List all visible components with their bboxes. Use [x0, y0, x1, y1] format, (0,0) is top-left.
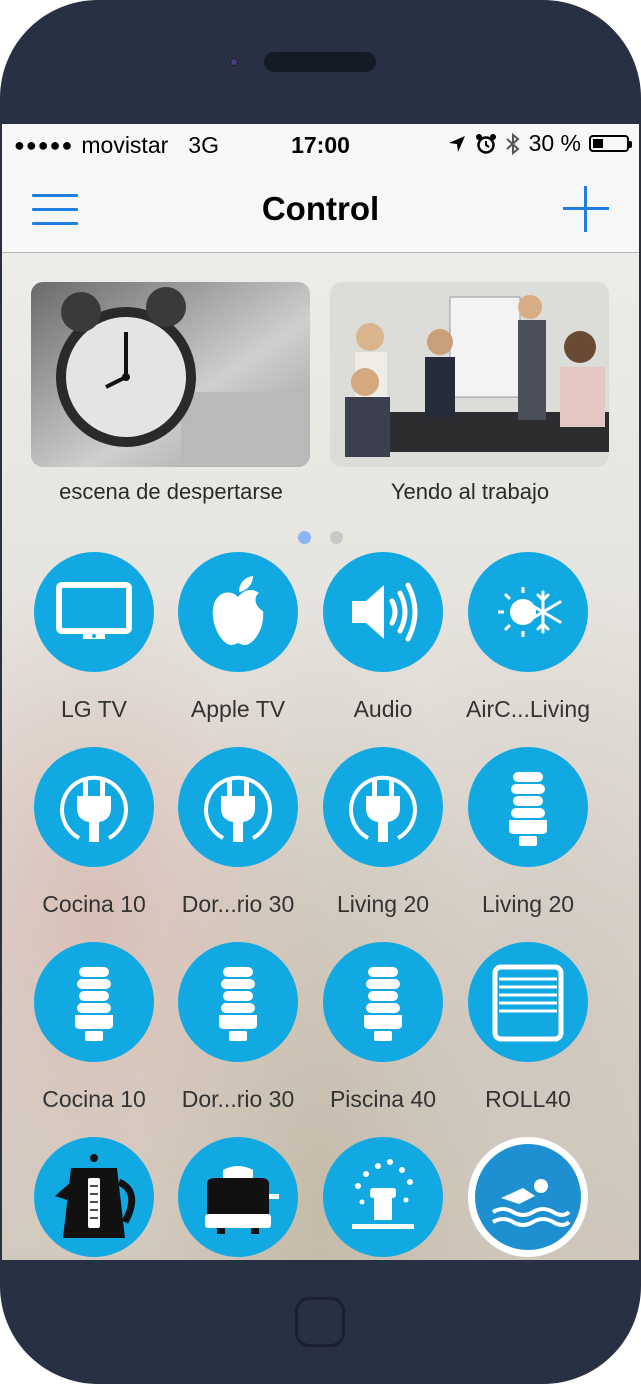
light-bulb-icon	[483, 762, 573, 852]
device-button-air-conditioner[interactable]	[468, 552, 588, 672]
device-label: LG TV	[60, 696, 128, 722]
device-button-power-plug[interactable]	[178, 747, 298, 867]
power-plug-icon	[193, 762, 283, 852]
navigation-bar: Control	[2, 168, 639, 253]
roller-blind-icon	[483, 957, 573, 1047]
device-button-light-bulb[interactable]	[34, 942, 154, 1062]
power-plug-icon	[49, 762, 139, 852]
alarm-clock-photo	[31, 282, 310, 467]
screen: ●●●●● movistar 3G 17:00 30 % Control esc…	[2, 124, 639, 1260]
device-label: Dor...rio 30	[181, 891, 295, 917]
device-label: Cocina 10	[42, 1086, 146, 1112]
device-button-light-bulb[interactable]	[178, 942, 298, 1062]
alarm-icon	[475, 133, 496, 154]
device-label: Piscina 40	[329, 1086, 437, 1112]
scene-card-going-to-work[interactable]	[330, 282, 609, 467]
phone-frame: ●●●●● movistar 3G 17:00 30 % Control esc…	[0, 0, 641, 1384]
device-label: AirC...Living	[466, 696, 590, 722]
apple-icon	[193, 567, 283, 657]
status-bar: ●●●●● movistar 3G 17:00 30 %	[2, 124, 639, 168]
bluetooth-icon	[505, 132, 520, 155]
light-bulb-icon	[193, 957, 283, 1047]
business-meeting-photo	[330, 282, 609, 467]
page-indicator-dot-active[interactable]	[298, 531, 311, 544]
light-bulb-icon	[338, 957, 428, 1047]
device-button-light-bulb[interactable]	[468, 747, 588, 867]
battery-percent: 30 %	[528, 130, 581, 156]
device-label: Cocina 10	[42, 891, 146, 917]
location-icon	[448, 135, 465, 152]
device-button-speaker[interactable]	[323, 552, 443, 672]
device-label: Audio	[353, 696, 413, 722]
speaker-icon	[338, 567, 428, 657]
page-title: Control	[261, 190, 380, 227]
scene-label-going-to-work: Yendo al trabajo	[390, 479, 550, 504]
device-label: ROLL40	[485, 1086, 571, 1112]
device-button-roller-blind[interactable]	[468, 942, 588, 1062]
device-button-apple[interactable]	[178, 552, 298, 672]
device-label: Dor...rio 30	[181, 1086, 295, 1112]
toaster-icon	[193, 1152, 283, 1242]
power-plug-icon	[338, 762, 428, 852]
device-label: Living 20	[336, 891, 430, 917]
device-button-tv[interactable]	[34, 552, 154, 672]
device-button-pool-swimmer[interactable]	[475, 1144, 581, 1250]
scene-card-wake-up[interactable]	[31, 282, 310, 467]
air-conditioner-icon	[483, 567, 573, 657]
device-button-power-plug[interactable]	[323, 747, 443, 867]
pool-swimmer-icon	[483, 1152, 573, 1242]
front-camera	[227, 55, 241, 69]
add-icon[interactable]	[563, 186, 609, 232]
tv-icon	[49, 567, 139, 657]
device-label: Living 20	[481, 891, 575, 917]
device-button-light-bulb[interactable]	[323, 942, 443, 1062]
scene-label-wake-up: escena de despertarse	[59, 479, 283, 504]
device-button-sprinkler[interactable]	[323, 1137, 443, 1257]
battery-icon	[589, 135, 632, 152]
earpiece-speaker	[264, 52, 376, 72]
home-button[interactable]	[295, 1297, 345, 1347]
device-button-kettle[interactable]	[34, 1137, 154, 1257]
device-button-toaster[interactable]	[178, 1137, 298, 1257]
light-bulb-icon	[49, 957, 139, 1047]
device-button-power-plug[interactable]	[34, 747, 154, 867]
kettle-icon	[49, 1152, 139, 1242]
page-indicator-dot[interactable]	[330, 531, 343, 544]
sprinkler-icon	[338, 1152, 428, 1242]
device-label: Apple TV	[190, 696, 286, 722]
